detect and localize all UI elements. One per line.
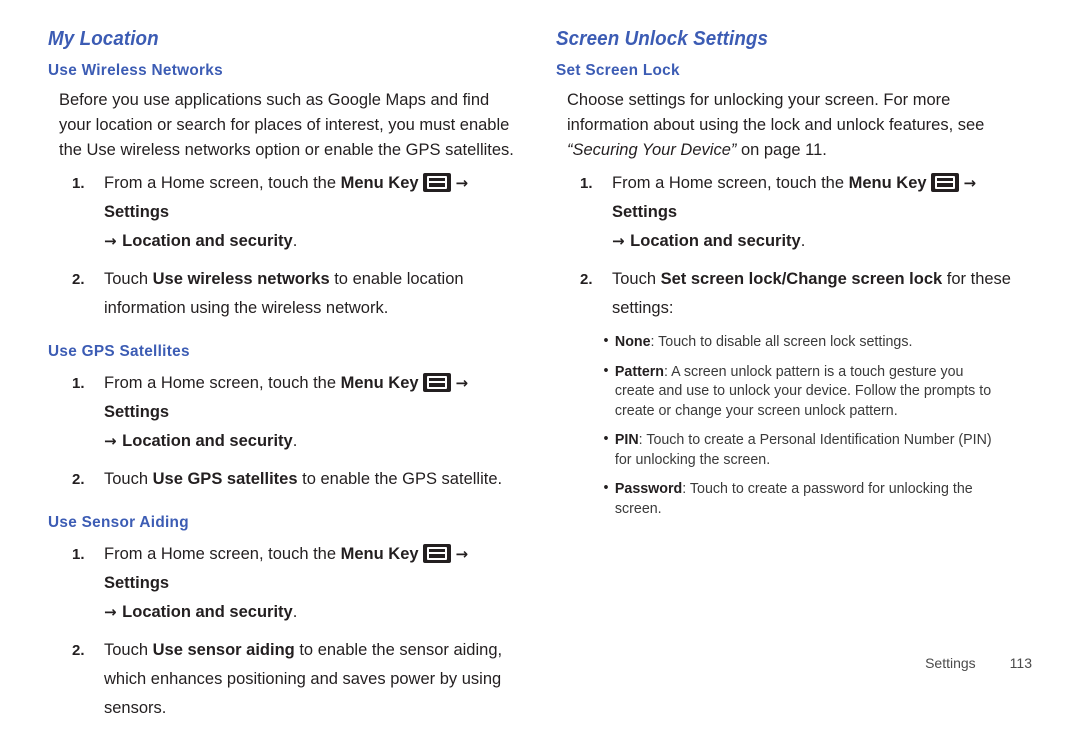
step-text-after: to enable the GPS satellite. [297, 470, 503, 488]
step-continuation: → Location and security. [612, 227, 1026, 256]
step-continuation: → Location and security. [104, 227, 518, 256]
step-number: 1. [72, 175, 85, 192]
step-item: 1. From a Home screen, touch the Menu Ke… [48, 540, 518, 627]
option-description: : A screen unlock pattern is a touch ges… [614, 362, 992, 419]
option-term: PIN [614, 431, 639, 448]
menu-key-icon [930, 173, 959, 192]
steps-use-sensor-aiding: 1. From a Home screen, touch the Menu Ke… [48, 540, 518, 723]
step-period: . [292, 232, 298, 250]
screen-lock-options-list: • None: Touch to disable all screen lock… [556, 332, 1026, 518]
step-item: 2. Touch Set screen lock/Change screen l… [556, 265, 1026, 323]
menu-key-icon [422, 544, 451, 563]
steps-use-gps-satellites: 1. From a Home screen, touch the Menu Ke… [48, 369, 518, 494]
option-description: : Touch to create a Personal Identificat… [614, 431, 992, 468]
step-bold-settings: Settings [104, 403, 170, 421]
section-heading-use-sensor-aiding: Use Sensor Aiding [48, 514, 189, 531]
arrow-icon: → [104, 432, 117, 450]
step-bold-menu-key: Menu Key [340, 545, 419, 563]
step-bold-term: Use wireless networks [152, 270, 330, 288]
step-bold-location-and-security: Location and security [122, 432, 293, 450]
list-item: • PIN: Touch to create a Personal Identi… [556, 430, 1003, 469]
bullet-icon: • [603, 479, 609, 496]
list-item: • Password: Touch to create a password f… [556, 479, 1003, 518]
step-number: 1. [580, 175, 593, 192]
step-continuation: → Location and security. [104, 598, 518, 627]
left-column: My Location Use Wireless Networks Before… [48, 28, 518, 732]
section-heading-use-gps-satellites: Use GPS Satellites [48, 343, 190, 360]
step-number: 1. [72, 546, 85, 563]
step-bold-term: Set screen lock/Change screen lock [660, 270, 943, 288]
step-item: 1. From a Home screen, touch the Menu Ke… [48, 169, 518, 256]
arrow-icon: → [455, 174, 469, 192]
right-column: Screen Unlock Settings Set Screen Lock C… [556, 28, 1026, 528]
step-text-before: Touch [104, 270, 153, 288]
arrow-icon: → [104, 603, 117, 621]
arrow-icon: → [612, 232, 625, 250]
list-item: • Pattern: A screen unlock pattern is a … [556, 362, 1003, 421]
step-bold-location-and-security: Location and security [122, 603, 293, 621]
step-bold-settings: Settings [612, 203, 678, 221]
step-bold-term: Use GPS satellites [152, 470, 298, 488]
step-number: 2. [72, 271, 85, 288]
arrow-icon: → [455, 545, 469, 563]
arrow-icon: → [963, 174, 977, 192]
intro-paragraph-wireless: Before you use applications such as Goog… [59, 91, 514, 159]
step-number: 2. [580, 271, 593, 288]
step-text-lead: From a Home screen, touch the [104, 545, 341, 563]
step-bold-menu-key: Menu Key [340, 174, 419, 192]
step-text-before: Touch [612, 270, 661, 288]
option-term: Password [614, 480, 683, 497]
step-bold-menu-key: Menu Key [848, 174, 927, 192]
arrow-icon: → [455, 374, 469, 392]
bullet-icon: • [603, 332, 609, 349]
step-item: 2. Touch Use sensor aiding to enable the… [48, 636, 518, 723]
step-bold-settings: Settings [104, 203, 170, 221]
bullet-icon: • [603, 361, 609, 379]
step-text-lead: From a Home screen, touch the [612, 174, 849, 192]
step-bold-location-and-security: Location and security [122, 232, 293, 250]
step-item: 2. Touch Use wireless networks to enable… [48, 265, 518, 323]
intro-paragraph-screen-lock: Choose settings for unlocking your scree… [556, 88, 1026, 163]
step-bold-menu-key: Menu Key [340, 374, 419, 392]
step-bold-location-and-security: Location and security [630, 232, 801, 250]
footer-page-number: 113 [1009, 655, 1032, 671]
page-title-screen-unlock-settings: Screen Unlock Settings [556, 28, 769, 50]
manual-page: My Location Use Wireless Networks Before… [0, 0, 1080, 720]
step-period: . [800, 232, 806, 250]
step-number: 1. [72, 375, 85, 392]
steps-set-screen-lock: 1. From a Home screen, touch the Menu Ke… [556, 169, 1026, 323]
list-item: • None: Touch to disable all screen lock… [556, 332, 1003, 352]
step-continuation: → Location and security. [104, 427, 518, 456]
step-item: 1. From a Home screen, touch the Menu Ke… [48, 369, 518, 456]
menu-key-icon [422, 373, 451, 392]
step-period: . [292, 603, 298, 621]
step-item: 1. From a Home screen, touch the Menu Ke… [556, 169, 1026, 256]
section-heading-use-wireless-networks: Use Wireless Networks [48, 62, 223, 79]
option-term: Pattern [614, 362, 665, 380]
paragraph-cross-reference: “Securing Your Device” [567, 141, 737, 159]
page-title-my-location: My Location [48, 28, 159, 50]
paragraph-part-2: on page 11. [736, 141, 827, 159]
paragraph-part-1: Choose settings for unlocking your scree… [567, 91, 985, 134]
step-text-lead: From a Home screen, touch the [104, 374, 341, 392]
footer-section-label: Settings [925, 655, 976, 671]
step-text-lead: From a Home screen, touch the [104, 174, 341, 192]
step-item: 2. Touch Use GPS satellites to enable th… [48, 465, 518, 494]
section-heading-set-screen-lock: Set Screen Lock [556, 62, 680, 79]
option-term: None [614, 333, 651, 350]
step-bold-settings: Settings [104, 574, 170, 592]
step-text-before: Touch [104, 470, 153, 488]
option-description: : Touch to disable all screen lock setti… [650, 333, 913, 350]
step-number: 2. [72, 471, 85, 488]
step-period: . [292, 432, 298, 450]
menu-key-icon [422, 173, 451, 192]
page-footer: Settings 113 [0, 655, 1032, 671]
bullet-icon: • [603, 430, 609, 447]
arrow-icon: → [104, 232, 117, 250]
steps-use-wireless-networks: 1. From a Home screen, touch the Menu Ke… [48, 169, 518, 323]
